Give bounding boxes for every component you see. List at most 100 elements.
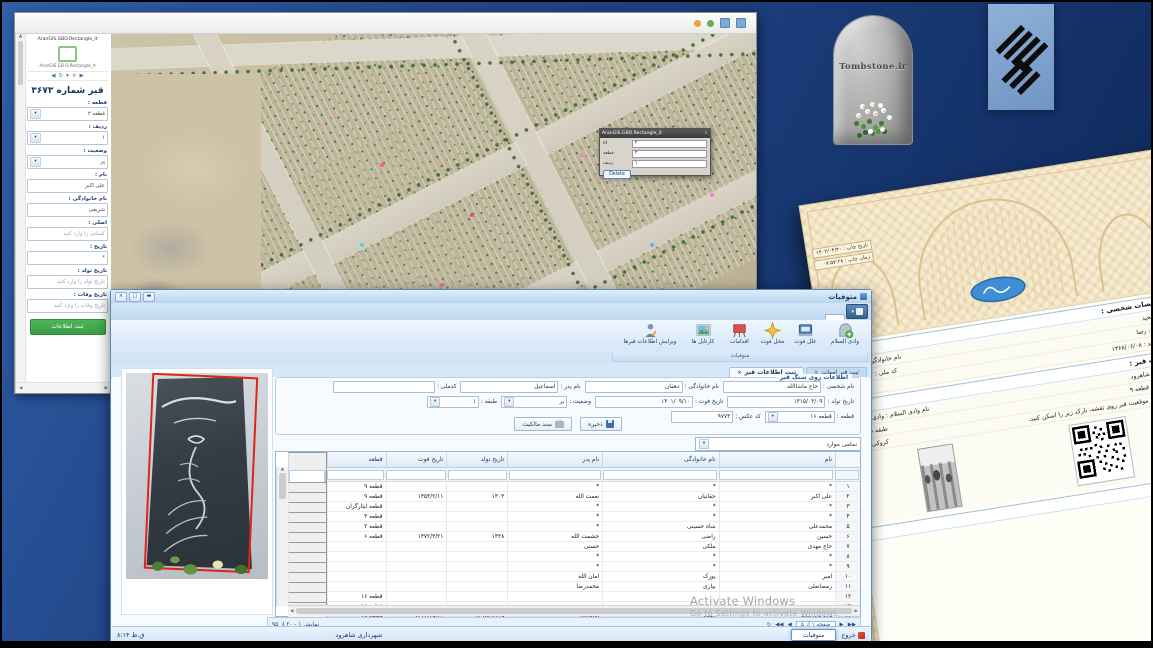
cell-father: * bbox=[507, 562, 602, 571]
field-input[interactable]: قطعه ۲ ▾ bbox=[27, 107, 108, 121]
table-row[interactable]: ۳ * * * قطعه ایثارگران ۲۹۷۷ bbox=[288, 502, 860, 512]
field-input[interactable]: تاریخ وفات را وارد کنید bbox=[27, 299, 108, 313]
table-row[interactable]: ۱۱ رمضانعلی بیاری محمدرضا ۹۷۷۱ bbox=[288, 582, 860, 592]
scroll-left-icon[interactable]: ◀ bbox=[290, 609, 293, 614]
ribbon-button-death-place[interactable]: محل فوت bbox=[756, 321, 789, 352]
floor-select[interactable]: ۱▾ bbox=[427, 396, 479, 408]
select-tool-icon[interactable] bbox=[720, 18, 730, 28]
field-input[interactable]: * bbox=[27, 251, 108, 265]
field-label: ردیف : bbox=[28, 124, 107, 130]
cell-family: حقانیان bbox=[602, 492, 718, 501]
table-row[interactable]: ۷ حاج مهدی ملکی حسنی ۶۹۷۷ bbox=[288, 542, 860, 552]
grave-info-panel: ▲ AranGIS.GBO.Rectangle_it AranGIS.GB O.… bbox=[15, 34, 111, 393]
close-icon[interactable]: × bbox=[115, 292, 127, 302]
field-value: ۱۴۰۱/۰۹/۱۰ bbox=[661, 399, 690, 405]
ribbon-button-cemeteries[interactable]: وادی السلام bbox=[822, 321, 868, 352]
filter-input[interactable] bbox=[386, 470, 445, 480]
chevron-down-icon[interactable]: ▾ bbox=[699, 439, 709, 449]
status-select[interactable]: پر▾ bbox=[501, 396, 567, 408]
layer-tool-icon[interactable] bbox=[707, 20, 714, 27]
table-row[interactable]: ۸ * * * ۷۹۷۷ bbox=[288, 552, 860, 562]
deceased-status-button[interactable]: متوفیات bbox=[791, 629, 837, 641]
chevron-down-icon[interactable]: ▾ bbox=[30, 157, 41, 167]
column-header[interactable]: تاریخ تولد bbox=[446, 452, 507, 467]
family-name-input[interactable]: دهقان bbox=[585, 381, 683, 393]
ownership-deed-button[interactable]: سند مالکیت bbox=[514, 417, 572, 431]
pan-left-icon[interactable]: ◀ bbox=[51, 73, 55, 79]
popup-field-input[interactable]: ۲ bbox=[632, 150, 707, 159]
panel-horizontal-scrollbar[interactable]: ◀ ▶ bbox=[16, 382, 111, 393]
cell-birth-date bbox=[446, 542, 507, 551]
chevron-down-icon[interactable]: ▾ bbox=[430, 397, 440, 407]
ribbon-button-death-causes[interactable]: علل فوت bbox=[789, 321, 822, 352]
filter-input[interactable] bbox=[509, 470, 602, 480]
table-vertical-scrollbar[interactable]: ▲ bbox=[276, 467, 288, 606]
scroll-right-icon[interactable]: ▶ bbox=[105, 386, 108, 391]
table-row[interactable]: ۴ * * * قطعه ۳ ۳۹۷۷ bbox=[288, 512, 860, 522]
chevron-down-icon[interactable]: ▾ bbox=[30, 133, 41, 143]
chevron-down-icon[interactable]: ▾ bbox=[504, 397, 514, 407]
scroll-up-icon[interactable]: ▲ bbox=[281, 467, 284, 472]
delete-feature-icon[interactable]: × bbox=[72, 73, 77, 79]
column-header[interactable]: نام bbox=[719, 452, 835, 467]
column-header[interactable]: تاریخ فوت bbox=[386, 452, 447, 467]
field-input[interactable]: شریفی bbox=[27, 203, 108, 217]
scroll-left-icon[interactable]: ◀ bbox=[19, 386, 22, 391]
column-header[interactable] bbox=[835, 452, 860, 467]
ribbon-button-actions[interactable]: اقدامات bbox=[723, 321, 756, 352]
ribbon-button-edit-graves[interactable]: ویرایش اطلاعات قبرها bbox=[617, 321, 683, 352]
birth-date-input[interactable]: ۱۳۱۵/۰۳/۰۹ bbox=[727, 396, 825, 408]
filter-input[interactable] bbox=[448, 470, 507, 480]
column-header[interactable]: قطعه bbox=[327, 452, 386, 467]
zoom-tool-icon[interactable] bbox=[736, 18, 746, 28]
filter-input[interactable] bbox=[603, 470, 717, 480]
chevron-down-icon[interactable]: ▾ bbox=[30, 109, 41, 119]
submit-info-button[interactable]: ثبت اطلاعات bbox=[30, 319, 106, 335]
maximize-icon[interactable]: □ bbox=[129, 292, 141, 302]
cell-name: * bbox=[719, 562, 835, 571]
scroll-up-icon[interactable]: ▲ bbox=[19, 34, 22, 39]
tab-close-icon[interactable]: × bbox=[737, 370, 741, 376]
save-button[interactable]: ذخیره bbox=[580, 417, 622, 431]
field-input[interactable]: تاریخ تولد را وارد کنید bbox=[27, 275, 108, 289]
field-input[interactable]: علی اکبر bbox=[27, 179, 108, 193]
table-row[interactable]: ۲ علی اکبر حقانیان نعمت الله ۱۳۰۳ ۱۳۵۳/۲… bbox=[288, 492, 860, 502]
table-row[interactable]: ۹ * * * ۸۹۷۷ bbox=[288, 562, 860, 572]
field-input[interactable]: ۱ ▾ bbox=[27, 131, 108, 145]
national-id-input[interactable] bbox=[333, 381, 435, 393]
cell-birth-date bbox=[446, 592, 507, 601]
person-name-input[interactable]: حاج ماشاالله bbox=[723, 381, 821, 393]
filter-input[interactable] bbox=[719, 470, 833, 480]
popup-title: AranGIS.GBO.Rectangle_it bbox=[602, 131, 662, 136]
table-row[interactable]: ۶ حسین راضی حشمت الله ۱۳۳۸ ۱۳۷۲/۳/۲۱ قطع… bbox=[288, 532, 860, 542]
column-header[interactable]: نام خانوادگی bbox=[602, 452, 718, 467]
filter-input[interactable] bbox=[327, 470, 384, 480]
field-input[interactable]: پر ▾ bbox=[27, 155, 108, 169]
minimize-icon[interactable]: ▬ bbox=[143, 292, 155, 302]
table-row[interactable]: ۱۰ امیر پورک امان الله ۹۷۷۰ bbox=[288, 572, 860, 582]
marker-tool-icon[interactable] bbox=[694, 20, 701, 27]
field-input[interactable]: کسانی را وارد کنید bbox=[27, 227, 108, 241]
dropdown-icon[interactable]: ▾ bbox=[66, 73, 69, 79]
death-date-input[interactable]: ۱۴۰۱/۰۹/۱۰ bbox=[595, 396, 693, 408]
popup-field-input[interactable]: ۲ bbox=[632, 140, 707, 149]
field-value: تاریخ وفات را وارد کنید bbox=[54, 303, 105, 309]
close-icon[interactable]: × bbox=[704, 131, 708, 136]
delete-button[interactable]: Delete bbox=[603, 170, 631, 179]
exit-button[interactable]: خروج bbox=[841, 631, 865, 639]
filter-select[interactable]: تمامی موارد ▾ bbox=[695, 437, 861, 451]
popup-field-input[interactable]: ۱ bbox=[632, 160, 707, 169]
table-row[interactable]: ۵ محمدعلی شاه حسینی * قطعه ۲ ۴۹۷۷ bbox=[288, 522, 860, 532]
panel-vertical-scrollbar[interactable]: ▲ bbox=[16, 34, 26, 383]
app-menu-button[interactable]: ▾ bbox=[846, 304, 868, 319]
deceased-app-window: × □ ▬ متوفیات ▾ وا bbox=[110, 289, 872, 641]
column-header[interactable]: نام پدر bbox=[507, 452, 602, 467]
ribbon-button-worklists[interactable]: کارتابل ها bbox=[683, 321, 723, 352]
pan-right-icon[interactable]: ▶ bbox=[80, 73, 84, 79]
scroll-right-icon[interactable]: ▶ bbox=[855, 609, 858, 614]
scrollbar-thumb[interactable] bbox=[279, 473, 286, 499]
father-name-input[interactable]: اسماعیل bbox=[460, 381, 558, 393]
table-row[interactable]: ۱ * * * قطعه ۹ ۹۷۷ bbox=[288, 482, 860, 492]
scrollbar-thumb[interactable] bbox=[18, 41, 23, 85]
refresh-icon[interactable]: ↻ bbox=[59, 73, 64, 79]
